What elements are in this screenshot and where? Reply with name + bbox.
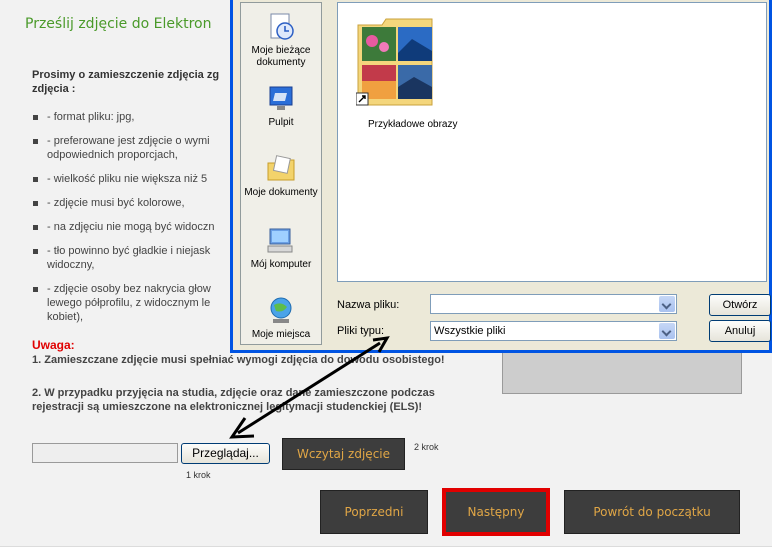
annotation-arrow <box>229 336 390 439</box>
